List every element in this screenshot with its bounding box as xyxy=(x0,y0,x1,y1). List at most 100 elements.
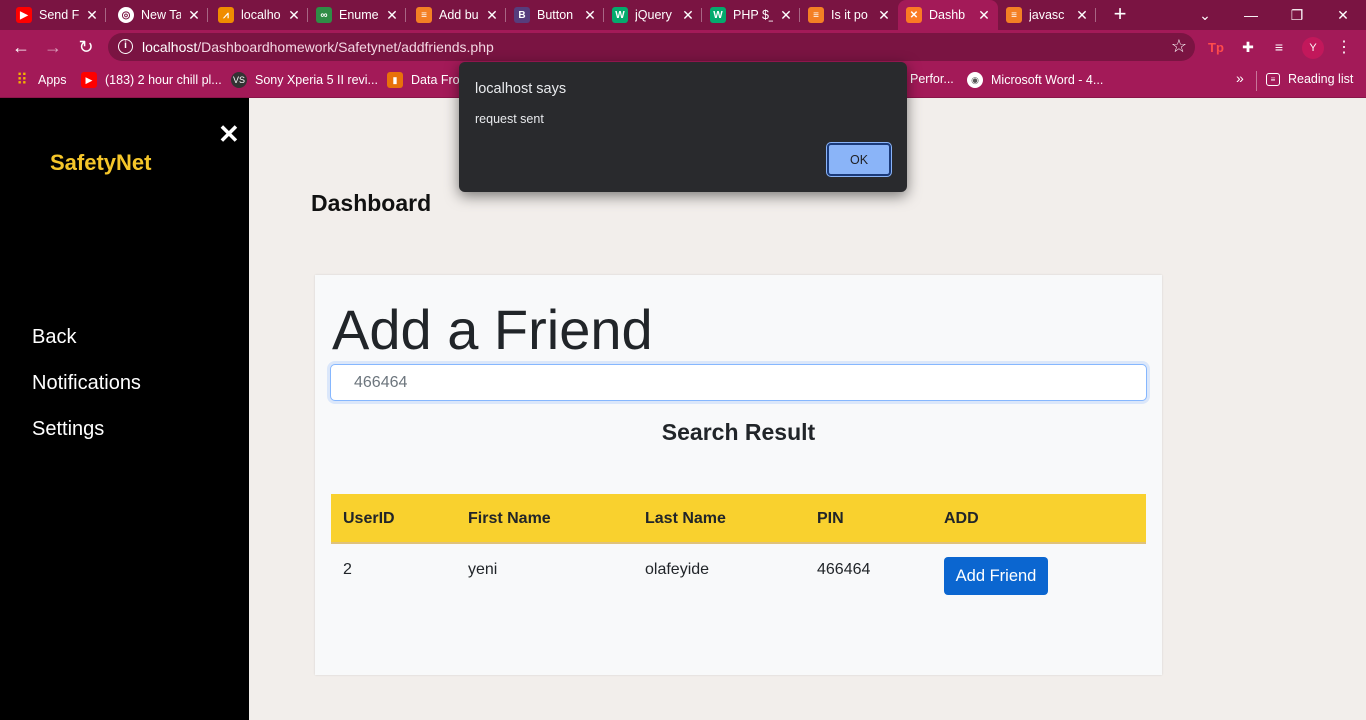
cell-first-name: yeni xyxy=(468,561,498,578)
stackoverflow-icon: ≡ xyxy=(808,7,824,23)
globe-icon: ◉ xyxy=(967,72,983,88)
w3schools-icon: W xyxy=(612,7,628,23)
media-control-icon[interactable]: ≡ xyxy=(1268,36,1290,58)
tab-separator xyxy=(405,8,406,22)
bookmark-microsoft-word[interactable]: ◉ Microsoft Word - 4... xyxy=(967,72,1103,88)
browser-tab[interactable]: ◎ New Ta ✕ xyxy=(110,0,208,30)
tab-title: Button xyxy=(537,8,574,22)
reload-icon[interactable]: ↻ xyxy=(73,34,99,60)
youtube-icon: ▶ xyxy=(16,7,32,23)
xampp-icon: ⩘ xyxy=(218,7,234,23)
extension-tp-icon[interactable]: Tp xyxy=(1205,36,1227,58)
minimize-button[interactable]: — xyxy=(1228,0,1274,30)
close-tab-icon[interactable]: ✕ xyxy=(286,7,302,23)
address-bar[interactable]: i localhost/Dashboardhomework/Safetynet/… xyxy=(108,33,1195,61)
result-heading: Search Result xyxy=(661,419,816,445)
browser-tab[interactable]: ⩘ localho ✕ xyxy=(210,0,308,30)
close-tab-icon[interactable]: ✕ xyxy=(778,7,794,23)
browser-tab[interactable]: ∞ Enume ✕ xyxy=(308,0,406,30)
tab-separator xyxy=(207,8,208,22)
ok-button[interactable]: OK xyxy=(827,143,891,176)
cell-last-name: olafeyide xyxy=(645,561,710,578)
forward-arrow-icon[interactable]: → xyxy=(40,34,66,60)
sidebar-item-notifications[interactable]: Notifications xyxy=(32,372,141,395)
bookmark-label: Microsoft Word - 4... xyxy=(991,73,1104,87)
browser-tab[interactable]: W PHP $_ ✕ xyxy=(702,0,800,30)
close-tab-icon[interactable]: ✕ xyxy=(876,7,892,23)
close-tab-icon[interactable]: ✕ xyxy=(84,7,100,23)
stackoverflow-icon: ≡ xyxy=(416,7,432,23)
reading-list-button[interactable]: ≡ Reading list xyxy=(1266,72,1353,86)
sidebar: ✕ SafetyNet Back Notifications Settings xyxy=(0,98,249,720)
browser-tab[interactable]: ≡ javasc ✕ xyxy=(998,0,1096,30)
cell-userid: 2 xyxy=(343,561,352,578)
more-bookmarks-chevron-icon[interactable]: » xyxy=(1236,70,1244,86)
vs-icon: VS xyxy=(231,72,247,88)
brand-logo[interactable]: SafetyNet xyxy=(50,150,151,176)
close-sidebar-icon[interactable]: ✕ xyxy=(218,120,240,148)
column-header-add: ADD xyxy=(944,510,979,527)
close-tab-icon[interactable]: ✕ xyxy=(582,7,598,23)
tab-search-icon[interactable]: ⌄ xyxy=(1182,0,1228,30)
reading-list-icon: ≡ xyxy=(1266,72,1280,86)
browser-tab[interactable]: B Button ✕ xyxy=(506,0,604,30)
youtube-icon: ▶ xyxy=(81,72,97,88)
url-path: /Dashboardhomework/Safetynet/addfriends.… xyxy=(197,39,494,55)
menu-kebab-icon[interactable]: ⋮ xyxy=(1333,36,1355,58)
new-tab-button[interactable]: + xyxy=(1108,2,1132,26)
url-text[interactable]: localhost/Dashboardhomework/Safetynet/ad… xyxy=(142,39,494,55)
bookmark-label: Perfor... xyxy=(910,72,954,86)
close-tab-icon[interactable]: ✕ xyxy=(384,7,400,23)
bookmark-star-icon[interactable]: ☆ xyxy=(1171,36,1187,57)
bookmark-label: Apps xyxy=(38,73,67,87)
bookmark-item[interactable]: ⠿ Apps xyxy=(14,72,67,89)
tab-title: localho xyxy=(241,8,281,22)
tab-title: javasc xyxy=(1029,8,1065,22)
tab-separator xyxy=(105,8,106,22)
close-tab-icon[interactable]: ✕ xyxy=(976,7,992,23)
results-table: UserID First Name Last Name PIN ADD 2 ye… xyxy=(331,494,1146,610)
close-window-button[interactable]: ✕ xyxy=(1320,0,1366,30)
close-tab-icon[interactable]: ✕ xyxy=(484,7,500,23)
tab-title: Is it po xyxy=(831,8,868,22)
column-header-userid: UserID xyxy=(343,510,395,527)
restore-button[interactable]: ❐ xyxy=(1274,0,1320,30)
browser-tab[interactable]: ▶ Send F ✕ xyxy=(8,0,106,30)
w3schools-icon: W xyxy=(710,7,726,23)
add-friend-card: Add a Friend Search Result UserID First … xyxy=(315,275,1162,675)
tab-separator xyxy=(1095,8,1096,22)
close-tab-icon[interactable]: ✕ xyxy=(1074,7,1090,23)
cell-pin: 466464 xyxy=(817,561,871,578)
browser-tab[interactable]: ≡ Is it po ✕ xyxy=(800,0,898,30)
browser-tab[interactable]: ✕ Dashb ✕ xyxy=(898,0,998,30)
tab-title: Send F xyxy=(39,8,79,22)
close-tab-icon[interactable]: ✕ xyxy=(680,7,696,23)
column-header-pin: PIN xyxy=(817,510,844,527)
site-info-icon[interactable]: i xyxy=(118,39,133,54)
bootstrap-icon: B xyxy=(514,7,530,23)
add-friend-button[interactable]: Add Friend xyxy=(944,557,1048,595)
back-arrow-icon[interactable]: ← xyxy=(8,34,34,60)
dialog-title: localhost says xyxy=(475,81,567,97)
bookmark-perfor[interactable]: Perfor... xyxy=(910,72,954,86)
table-row: 2 yeni olafeyide 466464 Add Friend xyxy=(331,544,1146,610)
browser-tab[interactable]: WjQuery ✕ xyxy=(604,0,702,30)
bookmark-item[interactable]: VS Sony Xperia 5 II revi... xyxy=(231,72,378,88)
bookmark-item[interactable]: ▮ Data Fron xyxy=(387,72,467,88)
browser-toolbar: ← → ↻ i localhost/Dashboardhomework/Safe… xyxy=(0,30,1366,64)
chart-icon: ▮ xyxy=(387,72,403,88)
chrome-icon: ◎ xyxy=(118,7,134,23)
browser-tab[interactable]: ≡ Add bu ✕ xyxy=(408,0,506,30)
search-input[interactable] xyxy=(330,364,1147,401)
bookmarks-divider xyxy=(1256,71,1257,91)
bookmark-item[interactable]: ▶ (183) 2 hour chill pl... xyxy=(81,72,222,88)
tab-strip: + ⌄ — ❐ ✕ ▶ Send F ✕ ◎ New Ta ✕ ⩘ localho ✕ ∞ Enum… xyxy=(0,0,1366,30)
tab-title: New Ta xyxy=(141,8,181,22)
sidebar-item-settings[interactable]: Settings xyxy=(32,418,104,441)
column-header-last-name: Last Name xyxy=(645,510,726,527)
bookmark-label: Sony Xperia 5 II revi... xyxy=(255,73,378,87)
extensions-puzzle-icon[interactable]: ✚ xyxy=(1237,36,1259,58)
sidebar-item-back[interactable]: Back xyxy=(32,326,76,349)
profile-avatar[interactable]: Y xyxy=(1302,37,1324,59)
close-tab-icon[interactable]: ✕ xyxy=(186,7,202,23)
